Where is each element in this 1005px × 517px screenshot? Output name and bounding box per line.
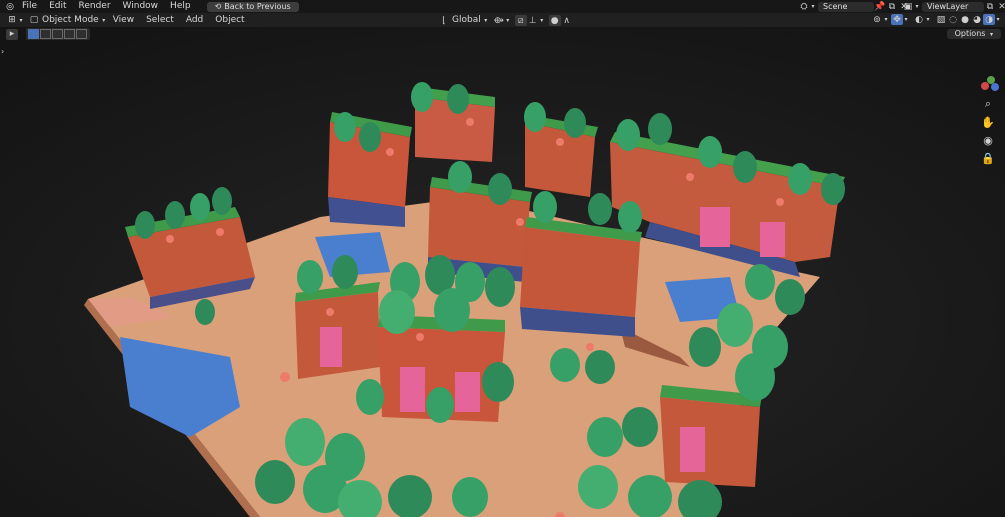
chevron-down-icon[interactable]: ▾ <box>483 15 489 26</box>
chevron-down-icon[interactable]: ▾ <box>883 14 889 25</box>
back-to-previous-label: Back to Previous <box>224 1 291 11</box>
viewport-shading-controls: ⊚ ▾ ✥ ▾ ◐ ▾ ▧ ◌ ● ◕ ◑ ▾ <box>871 14 1001 25</box>
scene-selector: ⛭ ▾ Scene 📌 ⧉ ✕ <box>798 1 910 12</box>
cliff-block <box>660 385 762 487</box>
select-intersect-icon[interactable] <box>76 29 87 39</box>
xray-icon[interactable]: ▧ <box>935 14 947 25</box>
selection-mode-group <box>26 28 90 40</box>
select-tool-icon[interactable]: ▸ <box>6 28 18 40</box>
view-layer-icon[interactable]: ▣ <box>902 1 914 12</box>
scene-icon[interactable]: ⛭ <box>798 1 810 12</box>
new-view-layer-icon[interactable]: ⧉ <box>984 1 996 12</box>
menu-view[interactable]: View <box>107 14 140 27</box>
view-layer-selector: ▣ ▾ ViewLayer ⧉ ✕ <box>902 1 1005 12</box>
chevron-down-icon[interactable]: ▾ <box>810 1 816 12</box>
menu-render[interactable]: Render <box>73 0 117 13</box>
transform-controls: ⌊ Global ▾ ⟴ ▾ ⧄ ⊥ ▾ ● ∧ <box>438 14 573 27</box>
pin-icon[interactable]: 📌 <box>874 1 886 12</box>
falloff-icon[interactable]: ∧ <box>561 15 573 26</box>
select-invert-icon[interactable] <box>64 29 75 39</box>
menu-edit[interactable]: Edit <box>43 0 72 13</box>
snap-target-icon[interactable]: ⊥ <box>527 15 539 26</box>
editor-type-icon[interactable]: ⊞ <box>6 15 18 26</box>
viewport-header: ⊞ ▾ ▢ Object Mode ▾ View Select Add Obje… <box>0 13 1005 27</box>
sidebar-expand-icon[interactable]: › <box>1 47 4 56</box>
scene-name-field[interactable]: Scene <box>818 1 874 12</box>
menu-help[interactable]: Help <box>164 0 197 13</box>
chevron-down-icon[interactable]: ▾ <box>925 14 931 25</box>
material-shading-icon[interactable]: ◕ <box>971 14 983 25</box>
overlays-icon[interactable]: ◐ <box>913 14 925 25</box>
object-mode-icon[interactable]: ▢ <box>28 15 40 26</box>
proportional-editing-icon[interactable]: ● <box>548 15 561 26</box>
top-menu-bar: ◎ File Edit Render Window Help ⟲ Back to … <box>0 0 1005 13</box>
chevron-down-icon[interactable]: ▾ <box>505 15 511 26</box>
z-axis-icon[interactable] <box>991 83 999 91</box>
visibility-icon[interactable]: ⊚ <box>871 14 883 25</box>
wireframe-shading-icon[interactable]: ◌ <box>947 14 959 25</box>
axis-gizmo[interactable] <box>977 74 999 92</box>
chevron-down-icon[interactable]: ▾ <box>539 15 545 26</box>
close-icon[interactable]: ✕ <box>996 1 1005 12</box>
blender-logo-icon[interactable]: ◎ <box>4 1 16 12</box>
rendered-shading-icon[interactable]: ◑ <box>983 14 995 25</box>
mode-dropdown[interactable]: Object Mode <box>40 14 101 27</box>
menu-object[interactable]: Object <box>209 14 250 27</box>
menu-add[interactable]: Add <box>180 14 209 27</box>
menu-file[interactable]: File <box>16 0 43 13</box>
chevron-down-icon[interactable]: ▾ <box>18 15 24 26</box>
select-new-icon[interactable] <box>28 29 39 39</box>
cliff-block <box>295 282 380 379</box>
navigation-gizmo: ⌕ ✋ ◉ 🔒 <box>976 74 1000 165</box>
chevron-down-icon: ▾ <box>989 31 993 38</box>
lock-icon[interactable]: 🔒 <box>981 152 995 165</box>
back-to-previous-button[interactable]: ⟲ Back to Previous <box>206 1 299 12</box>
zoom-icon[interactable]: ⌕ <box>982 97 994 110</box>
gizmo-toggle-icon[interactable]: ✥ <box>891 14 903 25</box>
options-label: Options <box>954 29 986 38</box>
options-dropdown[interactable]: Options ▾ <box>946 29 1001 39</box>
tool-settings-row: ▸ Options ▾ <box>0 27 1005 41</box>
pivot-point-icon[interactable]: ⟴ <box>493 15 505 26</box>
new-scene-icon[interactable]: ⧉ <box>886 1 898 12</box>
menu-select[interactable]: Select <box>140 14 180 27</box>
voxel-scene <box>0 27 1005 517</box>
camera-icon[interactable]: ◉ <box>982 134 994 147</box>
3d-viewport[interactable]: ⌕ ✋ ◉ 🔒 › <box>0 27 1005 517</box>
snap-icon[interactable]: ⧄ <box>514 15 527 26</box>
chevron-down-icon[interactable]: ▾ <box>903 14 909 25</box>
transform-orientation-dropdown[interactable]: Global <box>450 14 483 27</box>
solid-shading-icon[interactable]: ● <box>959 14 971 25</box>
cliff-block <box>520 217 642 337</box>
menu-window[interactable]: Window <box>117 0 165 13</box>
chevron-down-icon[interactable]: ▾ <box>995 14 1001 25</box>
select-extend-icon[interactable] <box>40 29 51 39</box>
view-layer-name-field[interactable]: ViewLayer <box>922 1 984 12</box>
transform-orientation-icon[interactable]: ⌊ <box>438 15 450 26</box>
back-arrow-icon: ⟲ <box>214 1 222 11</box>
pan-hand-icon[interactable]: ✋ <box>981 116 995 129</box>
select-subtract-icon[interactable] <box>52 29 63 39</box>
chevron-down-icon[interactable]: ▾ <box>914 1 920 12</box>
